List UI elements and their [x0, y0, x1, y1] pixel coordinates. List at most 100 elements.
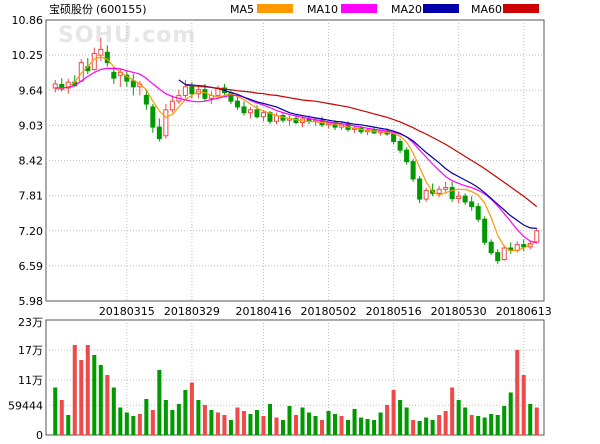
volume-bar-down [404, 407, 409, 435]
volume-bar-down [92, 355, 97, 435]
candle-down [143, 94, 149, 105]
price-tick-label: 10.25 [12, 49, 44, 62]
volume-bar-up [137, 414, 142, 435]
volume-bar-down [398, 400, 403, 435]
candle-down [417, 178, 423, 200]
legend-ma5-swatch [257, 4, 293, 13]
volume-bar-down [463, 407, 468, 435]
volume-bar-down [228, 420, 233, 435]
candle-down [241, 106, 247, 114]
volume-bar-down [98, 365, 103, 435]
candle-down [521, 244, 527, 248]
candle-up [501, 247, 507, 261]
volume-bar-down [489, 414, 494, 435]
volume-bar-down [163, 400, 168, 435]
candle-down [469, 201, 475, 208]
candle-down [397, 140, 403, 151]
volume-tick-label: 23万 [18, 316, 43, 329]
candle-down [202, 89, 208, 99]
stock-code: (600155) [96, 3, 147, 16]
price-tick-label: 8.42 [19, 155, 44, 168]
candle-down [475, 206, 481, 220]
volume-bar-down [528, 404, 533, 435]
date-tick-label: 20180613 [496, 305, 552, 318]
volume-bar-down [333, 414, 338, 435]
volume-bar-down [183, 390, 188, 435]
candle-down [488, 241, 494, 254]
volume-bar-down [280, 420, 286, 435]
volume-bar-down [248, 414, 253, 435]
volume-tick-label: 59444 [8, 399, 43, 412]
volume-bar-up [411, 420, 416, 435]
volume-bar-down [53, 387, 58, 435]
candle-down [391, 133, 397, 142]
candle-up [436, 188, 442, 194]
volume-bar-down [157, 370, 162, 435]
candlesticks [52, 37, 540, 265]
candle-down [150, 106, 156, 128]
volume-bar-down [124, 412, 129, 435]
candle-up [182, 86, 188, 96]
volume-bars [53, 345, 539, 435]
volume-bar-up [443, 411, 448, 435]
volume-bar-up [215, 412, 220, 435]
date-tick-label: 20180516 [366, 305, 422, 318]
moving-average-lines [55, 56, 538, 252]
price-tick-label: 9.64 [19, 84, 44, 97]
price-tick-label: 7.81 [19, 190, 44, 203]
volume-bar-up [241, 411, 246, 435]
legend-ma20-swatch [423, 4, 459, 13]
volume-bar-up [79, 360, 84, 435]
volume-bar-down [254, 410, 259, 435]
candle-down [234, 100, 240, 108]
volume-tick-label: 0 [36, 429, 43, 440]
volume-bar-up [261, 416, 266, 435]
candle-down [410, 161, 416, 180]
volume-bar-down [326, 411, 331, 435]
volume-bar-up [437, 415, 442, 435]
volume-tick-label: 11万 [18, 374, 43, 387]
volume-bar-down [456, 400, 461, 435]
candle-down [111, 71, 117, 79]
price-tick-label: 10.86 [12, 14, 44, 27]
price-tick-label: 7.20 [19, 225, 44, 238]
candle-up [169, 100, 175, 111]
date-tick-label: 20180530 [431, 305, 487, 318]
volume-bar-down [372, 420, 377, 435]
volume-bar-down [378, 412, 383, 435]
stock-name: 宝硕股份 [49, 2, 93, 16]
candle-up [98, 48, 104, 56]
volume-bar-up [189, 382, 194, 435]
volume-bar-down [144, 399, 149, 435]
volume-bar-down [430, 420, 435, 435]
volume-bar-down [131, 416, 136, 435]
volume-bar-down [482, 417, 487, 435]
volume-bar-up [202, 405, 207, 435]
ma20-line [178, 79, 537, 229]
volume-bar-up [59, 400, 64, 435]
date-tick-label: 20180502 [301, 305, 357, 318]
candle-down [449, 187, 455, 200]
volume-bar-up [235, 407, 240, 435]
volume-bar-up [85, 345, 90, 435]
volume-bar-down [306, 412, 312, 435]
volume-bar-up [469, 415, 474, 435]
volume-bar-down [502, 406, 507, 435]
date-tick-label: 20180416 [235, 305, 291, 318]
volume-y-axis: 23万 17万 11万 59444 0 [8, 316, 43, 442]
price-tick-label: 5.98 [19, 295, 44, 308]
legend-ma60-swatch [503, 4, 539, 13]
volume-bar-up [150, 410, 155, 435]
price-tick-label: 6.59 [19, 260, 44, 273]
volume-bar-down [66, 415, 71, 435]
volume-bar-down [176, 404, 181, 435]
volume-tick-label: 17万 [18, 344, 43, 357]
volume-bar-up [72, 345, 77, 435]
volume-bar-down [196, 400, 201, 435]
candle-down [482, 218, 488, 243]
volume-bar-down [118, 407, 123, 435]
volume-bar-down [424, 417, 429, 435]
legend-ma10-label: MA10 [307, 3, 338, 16]
volume-bar-up [515, 350, 520, 435]
candle-up [423, 189, 429, 200]
